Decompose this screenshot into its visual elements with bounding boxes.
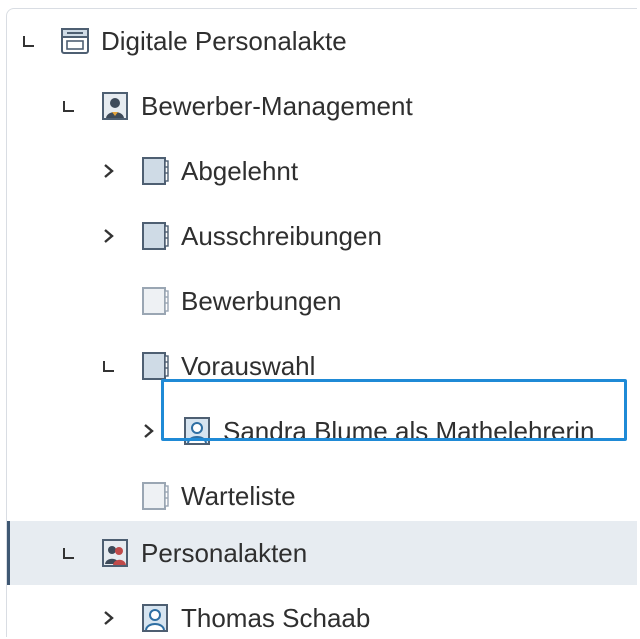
tree-item-label: Digitale Personalakte	[101, 26, 347, 56]
tree-item-label: Ausschreibungen	[181, 221, 382, 251]
register-icon	[139, 155, 171, 187]
tree-item-label: Bewerber-Management	[141, 91, 413, 121]
tree-item-label: Abgelehnt	[181, 156, 299, 186]
tree-item-label: Bewerbungen	[181, 286, 342, 316]
collapse-icon[interactable]	[55, 92, 83, 120]
tree-item-personalakten[interactable]: Personalakten	[7, 521, 637, 585]
collapse-icon[interactable]	[95, 352, 123, 380]
tree-item-ausschreibungen[interactable]: Ausschreibungen	[7, 204, 637, 268]
tree-item-label: Personalakten	[141, 538, 308, 568]
register-empty-icon	[139, 480, 171, 512]
tree-item-bewerbungen[interactable]: Bewerbungen	[7, 269, 637, 333]
tree-item-digitale-personalakte[interactable]: Digitale Personalakte	[7, 9, 637, 73]
chevron-right-icon[interactable]	[95, 222, 123, 250]
register-empty-icon	[139, 285, 171, 317]
chevron-right-icon[interactable]	[95, 604, 123, 632]
chevron-right-icon[interactable]	[135, 417, 163, 445]
register-icon	[139, 350, 171, 382]
chevron-right-icon[interactable]	[95, 157, 123, 185]
tree-item-thomas-schaab[interactable]: Thomas Schaab	[7, 586, 637, 637]
repository-tree: Digitale Personalakte Bewerber-Managemen…	[6, 8, 637, 637]
tree-item-label: Thomas Schaab	[181, 603, 371, 633]
tree-item-label: Warteliste	[181, 481, 296, 511]
collapse-icon[interactable]	[15, 27, 43, 55]
person-folder-icon	[99, 90, 131, 122]
focus-outline	[161, 379, 627, 441]
person-file-icon	[139, 602, 171, 634]
archive-icon	[59, 25, 91, 57]
tree-item-warteliste[interactable]: Warteliste	[7, 464, 637, 528]
collapse-icon[interactable]	[55, 539, 83, 567]
tree-item-bewerber-management[interactable]: Bewerber-Management	[7, 74, 637, 138]
register-icon	[139, 220, 171, 252]
tree-item-abgelehnt[interactable]: Abgelehnt	[7, 139, 637, 203]
person-folder-icon	[99, 537, 131, 569]
